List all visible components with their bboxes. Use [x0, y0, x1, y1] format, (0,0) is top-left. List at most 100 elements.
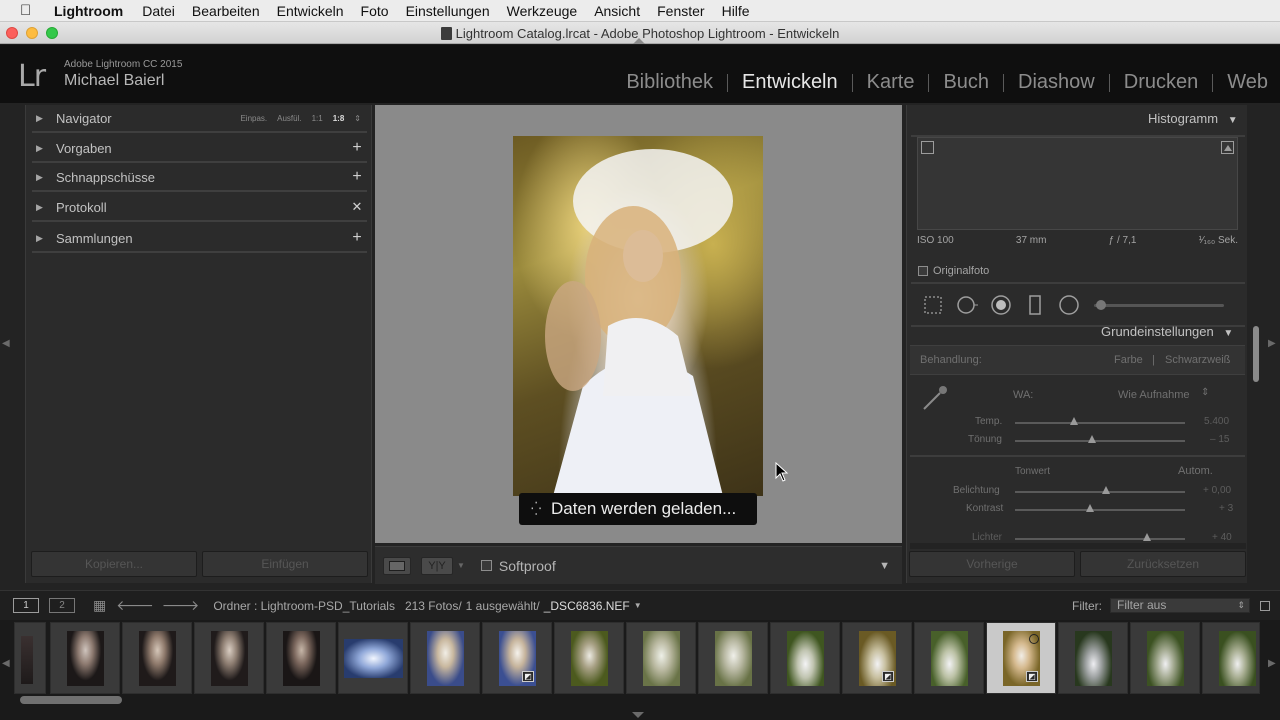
menu-item-fenster[interactable]: Fenster: [657, 3, 704, 19]
graduated-filter-icon[interactable]: [1024, 294, 1046, 316]
filmstrip-cell[interactable]: [266, 622, 336, 694]
filmstrip-cell[interactable]: [14, 622, 46, 694]
collapse-triangle-icon[interactable]: ▼: [1228, 115, 1238, 126]
filmstrip-thumbnail[interactable]: [283, 631, 320, 686]
paste-settings-button[interactable]: Einfügen: [202, 551, 368, 577]
temp-value[interactable]: 5.400: [1204, 416, 1229, 427]
filmstrip-cell[interactable]: [338, 622, 408, 694]
original-photo-checkbox[interactable]: [918, 266, 928, 276]
filmstrip-scroll-left-icon[interactable]: ◀: [2, 658, 10, 669]
menu-item-foto[interactable]: Foto: [361, 3, 389, 19]
protokoll-header[interactable]: ▶ Protokoll ✕: [32, 194, 367, 222]
add-snapshot-button[interactable]: +: [347, 168, 367, 186]
highlight-clipping-icon[interactable]: [1221, 141, 1234, 154]
brush-slider[interactable]: [1094, 300, 1224, 310]
filmstrip-cell[interactable]: [698, 622, 768, 694]
left-panel-toggle-icon[interactable]: ◀: [2, 338, 10, 349]
reset-button[interactable]: Zurücksetzen: [1080, 551, 1246, 577]
filmstrip-thumbnail[interactable]: [21, 636, 33, 684]
menu-app-name[interactable]: Lightroom: [54, 3, 123, 19]
filmstrip-cell[interactable]: [194, 622, 264, 694]
filmstrip-cell[interactable]: [1202, 622, 1260, 694]
softproof-checkbox[interactable]: [480, 560, 492, 571]
exposure-value[interactable]: + 0,00: [1203, 485, 1231, 496]
sammlungen-header[interactable]: ▶ Sammlungen +: [32, 225, 367, 253]
filmstrip-thumbnail[interactable]: [427, 631, 464, 686]
disclosure-triangle-icon[interactable]: ▶: [36, 233, 50, 244]
filmstrip-thumbnail[interactable]: [643, 631, 680, 686]
brush-slider-knob[interactable]: [1096, 300, 1106, 310]
temp-slider[interactable]: [1015, 422, 1185, 424]
filmstrip-cell[interactable]: [626, 622, 696, 694]
spot-removal-icon[interactable]: [956, 294, 978, 316]
tint-value[interactable]: – 15: [1210, 434, 1229, 445]
menu-item-datei[interactable]: Datei: [142, 3, 175, 19]
module-buch[interactable]: Buch: [929, 71, 1003, 94]
menu-item-bearbeiten[interactable]: Bearbeiten: [192, 3, 260, 19]
module-diashow[interactable]: Diashow: [1004, 71, 1109, 94]
disclosure-triangle-icon[interactable]: ▶: [36, 113, 50, 124]
highlights-slider-knob[interactable]: [1143, 533, 1151, 541]
histogram[interactable]: [917, 137, 1238, 230]
histogram-title[interactable]: Histogramm ▼: [1148, 111, 1238, 126]
right-panel-toggle-icon[interactable]: ▶: [1268, 338, 1276, 349]
tint-slider[interactable]: [1015, 440, 1185, 442]
highlights-value[interactable]: + 40: [1212, 532, 1232, 543]
filmstrip-thumbnail[interactable]: [931, 631, 968, 686]
filmstrip-cell[interactable]: [770, 622, 840, 694]
module-web[interactable]: Web: [1213, 71, 1268, 94]
zoom-fill[interactable]: Ausfül.: [277, 114, 301, 123]
disclosure-triangle-icon[interactable]: ▶: [36, 202, 50, 213]
exposure-slider[interactable]: [1015, 491, 1185, 493]
disclosure-triangle-icon[interactable]: ▶: [36, 172, 50, 183]
collapse-top-panel-icon[interactable]: [633, 38, 645, 44]
filmstrip-cell[interactable]: [1130, 622, 1200, 694]
before-after-dropdown-icon[interactable]: ▼: [457, 561, 465, 570]
copy-settings-button[interactable]: Kopieren...: [31, 551, 197, 577]
zoom-1-1[interactable]: 1:1: [312, 114, 323, 123]
menu-item-entwickeln[interactable]: Entwickeln: [277, 3, 344, 19]
filmstrip-cell[interactable]: [410, 622, 480, 694]
exposure-slider-knob[interactable]: [1102, 486, 1110, 494]
before-after-button[interactable]: Y|Y: [421, 556, 453, 575]
red-eye-icon[interactable]: [990, 294, 1012, 316]
treatment-color[interactable]: Farbe: [1114, 354, 1143, 366]
filmstrip-cell[interactable]: ◩: [482, 622, 552, 694]
filmstrip-thumbnail[interactable]: [1219, 631, 1256, 686]
module-bibliothek[interactable]: Bibliothek: [612, 71, 727, 94]
secondary-window-button[interactable]: 2: [49, 598, 75, 613]
filmstrip-cell[interactable]: [914, 622, 984, 694]
menu-item-ansicht[interactable]: Ansicht: [594, 3, 640, 19]
collapse-filmstrip-icon[interactable]: [632, 712, 644, 718]
apple-icon[interactable]: : [20, 2, 42, 19]
main-photo[interactable]: [513, 136, 763, 496]
disclosure-triangle-icon[interactable]: ▶: [36, 143, 50, 154]
schnappschuesse-header[interactable]: ▶ Schnappschüsse +: [32, 164, 367, 192]
grid-view-icon[interactable]: ▦: [93, 597, 106, 614]
module-karte[interactable]: Karte: [853, 71, 929, 94]
navigator-header[interactable]: ▶ Navigator Einpas. Ausfül. 1:1 1:8 ⇕: [32, 105, 367, 133]
forward-arrow-icon[interactable]: 🡒: [162, 597, 200, 614]
zoom-1-8[interactable]: 1:8: [333, 114, 345, 123]
tint-slider-knob[interactable]: [1088, 435, 1096, 443]
filmstrip-thumbnail[interactable]: [787, 631, 824, 686]
filmstrip-thumbnail[interactable]: [344, 639, 403, 678]
temp-slider-knob[interactable]: [1070, 417, 1078, 425]
filter-stepper-icon[interactable]: ⇕: [1237, 599, 1245, 612]
primary-window-button[interactable]: 1: [13, 598, 39, 613]
filename-dropdown-icon[interactable]: ▼: [634, 601, 642, 610]
zoom-fit[interactable]: Einpas.: [240, 114, 267, 123]
filmstrip-thumbnail[interactable]: [211, 631, 248, 686]
module-drucken[interactable]: Drucken: [1110, 71, 1212, 94]
zoom-stepper-icon[interactable]: ⇕: [354, 114, 361, 123]
vorgaben-header[interactable]: ▶ Vorgaben +: [32, 135, 367, 163]
basic-panel-title[interactable]: Grundeinstellungen ▼: [1101, 324, 1233, 339]
menu-item-einstellungen[interactable]: Einstellungen: [406, 3, 490, 19]
toolbar-options-icon[interactable]: ▼: [879, 560, 890, 572]
treatment-bw[interactable]: Schwarzweiß: [1165, 354, 1230, 366]
original-photo-toggle[interactable]: Originalfoto: [918, 265, 989, 277]
contrast-slider[interactable]: [1015, 509, 1185, 511]
contrast-value[interactable]: + 3: [1219, 503, 1233, 514]
filmstrip-scroll-right-icon[interactable]: ▶: [1268, 658, 1276, 669]
back-arrow-icon[interactable]: 🡐: [116, 597, 154, 614]
